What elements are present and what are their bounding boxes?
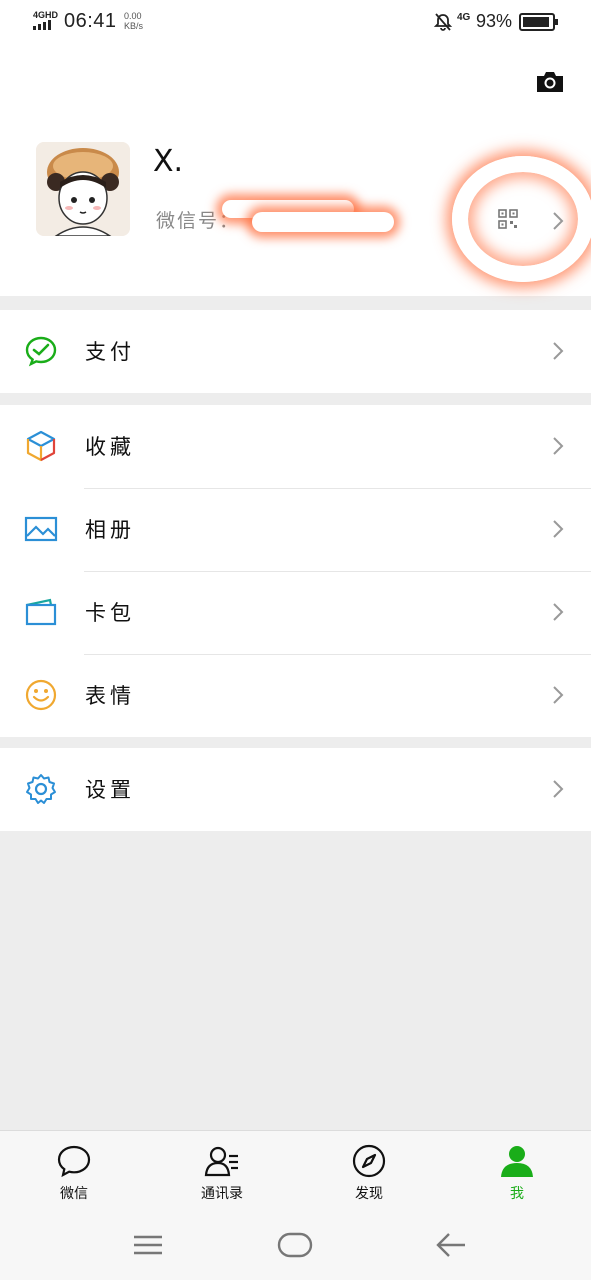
chevron-right-icon (553, 780, 564, 798)
network-speed: 0.00 KB/s (124, 11, 143, 31)
chevron-right-icon (553, 520, 564, 538)
tab-label: 通讯录 (201, 1186, 243, 1202)
tab-label: 发现 (355, 1186, 383, 1202)
pay-icon (25, 336, 57, 367)
profile-nickname: X. (153, 144, 184, 179)
contacts-icon (204, 1146, 238, 1177)
menu-item-label: 收藏 (85, 435, 135, 459)
tab-me[interactable]: 我 (477, 1131, 557, 1211)
tab-contacts[interactable]: 通讯录 (182, 1131, 262, 1211)
menu-item-label: 表情 (85, 684, 135, 708)
menu-item-stickers[interactable]: 表情 (0, 654, 591, 737)
tab-label: 我 (510, 1186, 524, 1202)
network-speed-value: 0.00 (124, 11, 142, 21)
menu-item-pay[interactable]: 支付 (0, 310, 591, 393)
back-icon[interactable] (431, 1228, 471, 1262)
photo-icon (24, 516, 58, 542)
menu-item-label: 相册 (85, 518, 135, 542)
chevron-right-icon (553, 437, 564, 455)
menu-item-label: 设置 (85, 778, 135, 802)
battery-percent: 93% (476, 11, 513, 31)
tab-label: 微信 (60, 1186, 88, 1202)
annotation-circle (452, 156, 591, 282)
section-pay: 支付 (0, 310, 591, 393)
cube-icon (26, 430, 56, 462)
section-collections: 收藏 相册 卡包 表情 (0, 405, 591, 737)
battery-icon (519, 13, 558, 31)
chevron-right-icon[interactable] (551, 211, 565, 231)
menu-item-favorites[interactable]: 收藏 (0, 405, 591, 488)
menu-item-label: 支付 (85, 340, 135, 364)
menu-item-label: 卡包 (85, 601, 135, 625)
menu-icon[interactable] (128, 1228, 168, 1262)
home-icon[interactable] (275, 1228, 315, 1262)
clock: 06:41 (64, 10, 117, 32)
wallet-icon (25, 598, 57, 626)
chevron-right-icon (553, 342, 564, 360)
muted-bell-icon (433, 13, 453, 31)
smiley-icon (25, 679, 57, 711)
chat-bubble-icon (57, 1145, 91, 1178)
bottom-tab-bar: 微信 通讯录 发现 我 (0, 1130, 591, 1210)
menu-item-settings[interactable]: 设置 (0, 748, 591, 831)
qr-code-icon[interactable] (498, 209, 518, 229)
gear-icon (26, 774, 56, 804)
section-settings: 设置 (0, 748, 591, 831)
network-type: 4GHD (33, 10, 59, 20)
cell-type: 4G (457, 12, 471, 23)
avatar[interactable] (36, 142, 130, 236)
signal-icon (33, 20, 51, 30)
system-nav-bar (0, 1210, 591, 1280)
person-icon (501, 1146, 533, 1177)
tab-chats[interactable]: 微信 (34, 1131, 114, 1211)
menu-item-album[interactable]: 相册 (0, 488, 591, 571)
chevron-right-icon (553, 686, 564, 704)
battery-fill (523, 17, 550, 27)
camera-icon[interactable] (535, 70, 565, 94)
tab-discover[interactable]: 发现 (329, 1131, 409, 1211)
compass-icon (352, 1144, 386, 1178)
menu-item-cards[interactable]: 卡包 (0, 571, 591, 654)
chevron-right-icon (553, 603, 564, 621)
network-speed-unit: KB/s (124, 21, 144, 31)
status-bar: 4GHD 06:41 0.00 KB/s 4G 93% (0, 0, 591, 46)
redaction-mark (252, 212, 394, 232)
profile-header: X. 微信号： (0, 46, 591, 296)
